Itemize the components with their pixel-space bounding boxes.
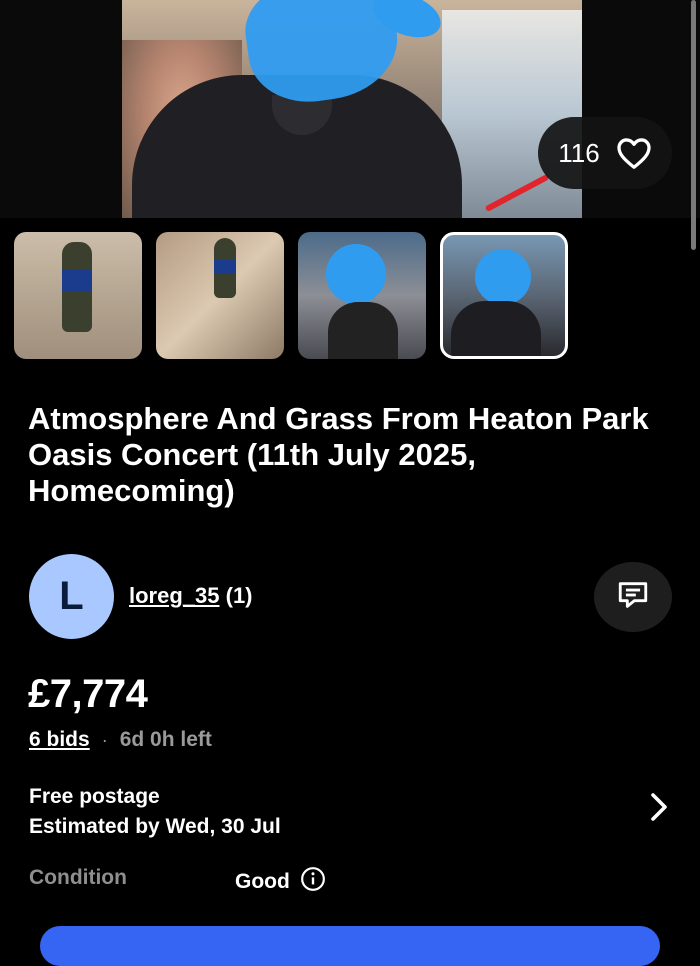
condition-label: Condition [29, 866, 127, 889]
bids-row: 6 bids · 6d 0h left [29, 728, 212, 752]
seller-feedback: (1) [225, 583, 253, 608]
listing-title: Atmosphere And Grass From Heaton Park Oa… [28, 401, 649, 508]
separator-dot: · [101, 729, 108, 750]
condition-value: Good [235, 870, 290, 893]
thumbnail-1[interactable] [14, 232, 142, 359]
heart-icon [616, 136, 652, 170]
postage-info[interactable]: Free postage Estimated by Wed, 30 Jul [29, 782, 281, 842]
thumbnail-strip [14, 232, 568, 359]
chevron-right-icon[interactable] [646, 792, 672, 827]
thumbnail-4-selected[interactable] [440, 232, 568, 359]
postage-cost: Free postage [29, 785, 160, 808]
concert-photo [122, 0, 582, 218]
condition-value-row: Good [235, 866, 326, 898]
avatar-letter: L [59, 574, 84, 618]
scrollbar[interactable] [691, 0, 696, 250]
delivery-estimate: Estimated by Wed, 30 Jul [29, 815, 281, 838]
thumbnail-2[interactable] [156, 232, 284, 359]
thumbnail-3[interactable] [298, 232, 426, 359]
watch-count: 116 [558, 137, 600, 168]
price: £7,774 [28, 672, 148, 716]
info-icon[interactable] [300, 866, 326, 898]
watch-button[interactable]: 116 [538, 117, 672, 189]
primary-action-button[interactable] [40, 926, 660, 966]
seller-avatar[interactable]: L [29, 554, 114, 639]
bids-link[interactable]: 6 bids [29, 728, 90, 752]
seller-info: loreg_35 (1) [129, 583, 253, 609]
time-left: 6d 0h left [119, 728, 212, 751]
message-icon [616, 579, 650, 616]
message-seller-button[interactable] [594, 562, 672, 632]
seller-name-link[interactable]: loreg_35 [129, 583, 220, 608]
